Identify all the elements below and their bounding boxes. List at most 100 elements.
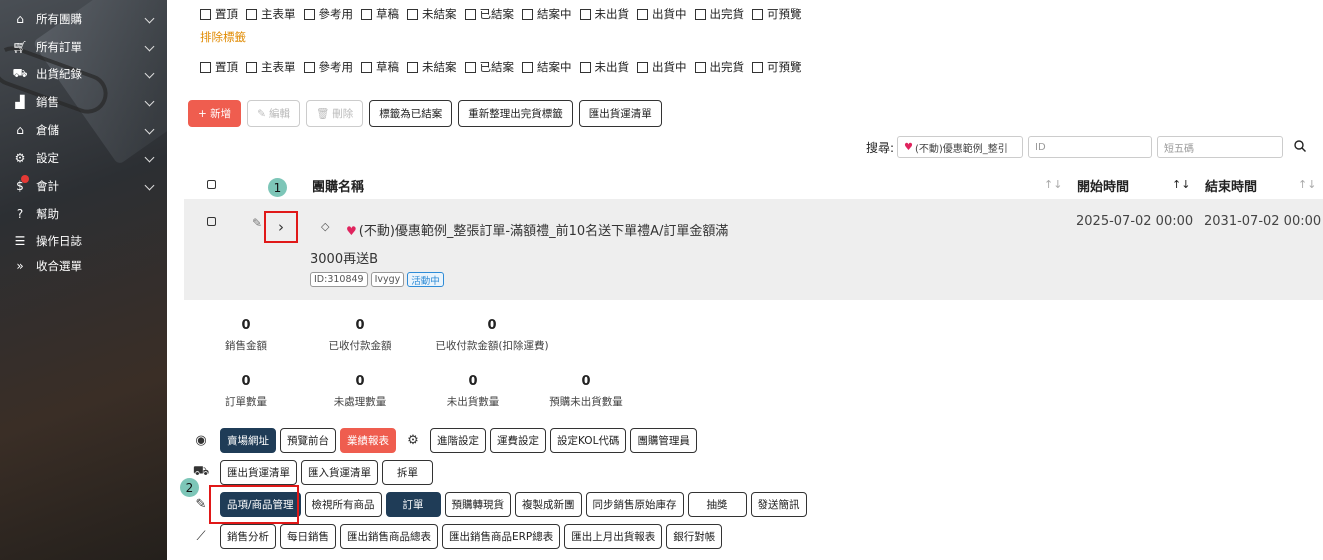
sidebar-item-all-orders[interactable]: 🛒︎ 所有訂單 — [0, 34, 167, 60]
checkbox[interactable] — [522, 8, 533, 20]
send-sms-button[interactable]: 發送簡訊 — [750, 492, 807, 517]
checkbox[interactable] — [694, 8, 706, 20]
checkbox[interactable] — [407, 8, 418, 20]
checkbox[interactable] — [303, 61, 315, 73]
checkbox[interactable] — [752, 8, 763, 20]
duplicate-groupbuy-button[interactable]: 複製成新團 — [515, 492, 582, 517]
sidebar-item-all-groupbuys[interactable]: ⌂ 所有團購 — [0, 6, 167, 32]
exclude-shipped[interactable]: 出完貨 — [694, 59, 744, 75]
filter-shipped[interactable]: 出完貨 — [694, 6, 744, 22]
checkbox[interactable] — [522, 61, 533, 73]
export-shipping-list-button[interactable]: 匯出貨運清單 — [578, 100, 662, 127]
sort-icon[interactable]: ↑↓ — [1298, 178, 1316, 191]
export-sales-summary-button[interactable]: 匯出銷售商品總表 — [340, 524, 438, 549]
exclude-previewable[interactable]: 可預覽 — [752, 59, 802, 75]
checkbox[interactable] — [246, 8, 257, 20]
checkbox[interactable] — [200, 8, 211, 20]
sort-icon[interactable]: ↑↓ — [1044, 178, 1062, 191]
column-header-name[interactable]: 團購名稱 — [312, 176, 364, 195]
exclude-pinned[interactable]: 置頂 — [200, 59, 238, 75]
import-shipping-list-button[interactable]: 匯入貨運清單 — [301, 460, 378, 485]
search-icon[interactable] — [1293, 139, 1307, 153]
checkbox[interactable] — [303, 8, 315, 20]
sidebar-item-shipping-records[interactable]: ⛟ 出貨紀錄 — [0, 61, 167, 87]
edit-pencil-icon[interactable]: ✎ — [252, 216, 262, 230]
split-order-button[interactable]: 拆單 — [382, 460, 433, 485]
store-url-button[interactable]: 賣場網址 — [220, 428, 276, 453]
sidebar-item-accounting[interactable]: $ 會計 — [0, 173, 167, 199]
sidebar-item-warehouse[interactable]: ⌂ 倉儲 — [0, 117, 167, 143]
shortcode-search-input[interactable]: 短五碼 — [1157, 136, 1283, 158]
shipping-fee-settings-button[interactable]: 運費設定 — [490, 428, 546, 453]
lottery-button[interactable]: 抽獎 — [687, 492, 747, 517]
filter-reference[interactable]: 參考用 — [303, 6, 353, 22]
checkbox[interactable] — [752, 61, 763, 73]
id-search-input[interactable]: ID — [1028, 136, 1152, 158]
checkbox[interactable] — [694, 61, 706, 73]
mark-closed-button[interactable]: 標籤為已結案 — [369, 100, 453, 127]
filter-closing[interactable]: 結案中 — [522, 6, 572, 22]
filter-shipping[interactable]: 出貨中 — [637, 6, 687, 22]
filter-previewable[interactable]: 可預覽 — [752, 6, 802, 22]
daily-sales-button[interactable]: 每日銷售 — [280, 524, 336, 549]
checkbox[interactable] — [637, 61, 648, 73]
filter-draft[interactable]: 草稿 — [361, 6, 399, 22]
add-button[interactable]: + 新增 — [188, 100, 242, 127]
view-all-products-button[interactable]: 檢視所有商品 — [304, 492, 382, 517]
checkbox[interactable] — [464, 8, 476, 20]
filter-pinned[interactable]: 置頂 — [200, 6, 238, 22]
checkbox[interactable] — [579, 8, 591, 20]
sidebar-item-sales[interactable]: ▟ 銷售 — [0, 89, 167, 115]
exclude-closed[interactable]: 已結案 — [464, 59, 514, 75]
reorganize-shipped-tags-button[interactable]: 重新整理出完貨標籤 — [458, 100, 573, 127]
filter-not-shipped[interactable]: 未出貨 — [579, 6, 629, 22]
row-title[interactable]: ♥ (不動)優惠範例_整張訂單-滿額禮_前10名送下單禮A/訂單金額滿 — [346, 220, 1066, 239]
filter-closed[interactable]: 已結案 — [464, 6, 514, 22]
groupbuy-admin-button[interactable]: 團購管理員 — [630, 428, 697, 453]
edit-label: 編輯 — [268, 108, 290, 120]
expand-row-button[interactable]: › — [264, 211, 298, 243]
orders-button[interactable]: 訂單 — [385, 492, 441, 517]
checkbox[interactable] — [637, 8, 648, 20]
advanced-settings-button[interactable]: 進階設定 — [430, 428, 486, 453]
delete-button[interactable]: 🗑︎ 刪除 — [305, 100, 364, 127]
performance-report-button[interactable]: 業績報表 — [340, 428, 396, 453]
checkbox[interactable] — [407, 61, 418, 73]
exclude-closing[interactable]: 結案中 — [522, 59, 572, 75]
checkbox[interactable] — [464, 61, 476, 73]
exclude-main-form[interactable]: 主表單 — [246, 59, 296, 75]
column-header-start[interactable]: 開始時間 — [1077, 176, 1129, 195]
checkbox[interactable] — [579, 61, 591, 73]
checkbox[interactable] — [246, 61, 257, 73]
exclude-open[interactable]: 未結案 — [407, 59, 457, 75]
checkbox[interactable] — [361, 61, 372, 73]
sidebar-item-operation-log[interactable]: ☰ 操作日誌 — [0, 228, 167, 254]
checkbox[interactable] — [200, 61, 211, 73]
export-last-month-shipping-report-button[interactable]: 匯出上月出貨報表 — [564, 524, 663, 549]
select-all-checkbox[interactable] — [207, 180, 216, 189]
export-shipping-list-button[interactable]: 匯出貨運清單 — [220, 460, 297, 485]
filter-open[interactable]: 未結案 — [407, 6, 457, 22]
kol-code-settings-button[interactable]: 設定KOL代碼 — [550, 428, 627, 453]
table-row[interactable]: ✎ › ◇ ♥ (不動)優惠範例_整張訂單-滿額禮_前10名送下單禮A/訂單金額滿… — [184, 199, 1323, 300]
row-checkbox[interactable] — [207, 217, 216, 226]
bank-reconciliation-button[interactable]: 銀行對帳 — [666, 524, 723, 549]
column-header-end[interactable]: 結束時間 — [1205, 176, 1257, 195]
keyword-search-input[interactable]: ♥ (不動)優惠範例_整引 — [897, 136, 1023, 158]
exclude-not-shipped[interactable]: 未出貨 — [579, 59, 629, 75]
sidebar-item-settings[interactable]: ⚙ 設定 — [0, 145, 167, 171]
filter-main-form[interactable]: 主表單 — [246, 6, 296, 22]
sort-desc-icon[interactable]: ↑↓ — [1172, 178, 1190, 191]
exclude-reference[interactable]: 參考用 — [303, 59, 353, 75]
sync-original-stock-button[interactable]: 同步銷售原始庫存 — [585, 492, 684, 517]
export-sales-erp-summary-button[interactable]: 匯出銷售商品ERP總表 — [442, 524, 561, 549]
edit-button[interactable]: ✎ 編輯 — [247, 100, 300, 127]
exclude-shipping[interactable]: 出貨中 — [637, 59, 687, 75]
checkbox[interactable] — [361, 8, 372, 20]
sales-analysis-button[interactable]: 銷售分析 — [220, 524, 276, 549]
sidebar-item-help[interactable]: ? 幫助 — [0, 201, 167, 227]
preorder-to-stock-button[interactable]: 預購轉現貨 — [444, 492, 512, 517]
preview-frontend-button[interactable]: 預覽前台 — [280, 428, 336, 453]
sidebar-item-collapse-menu[interactable]: » 收合選單 — [0, 253, 167, 279]
exclude-draft[interactable]: 草稿 — [361, 59, 399, 75]
